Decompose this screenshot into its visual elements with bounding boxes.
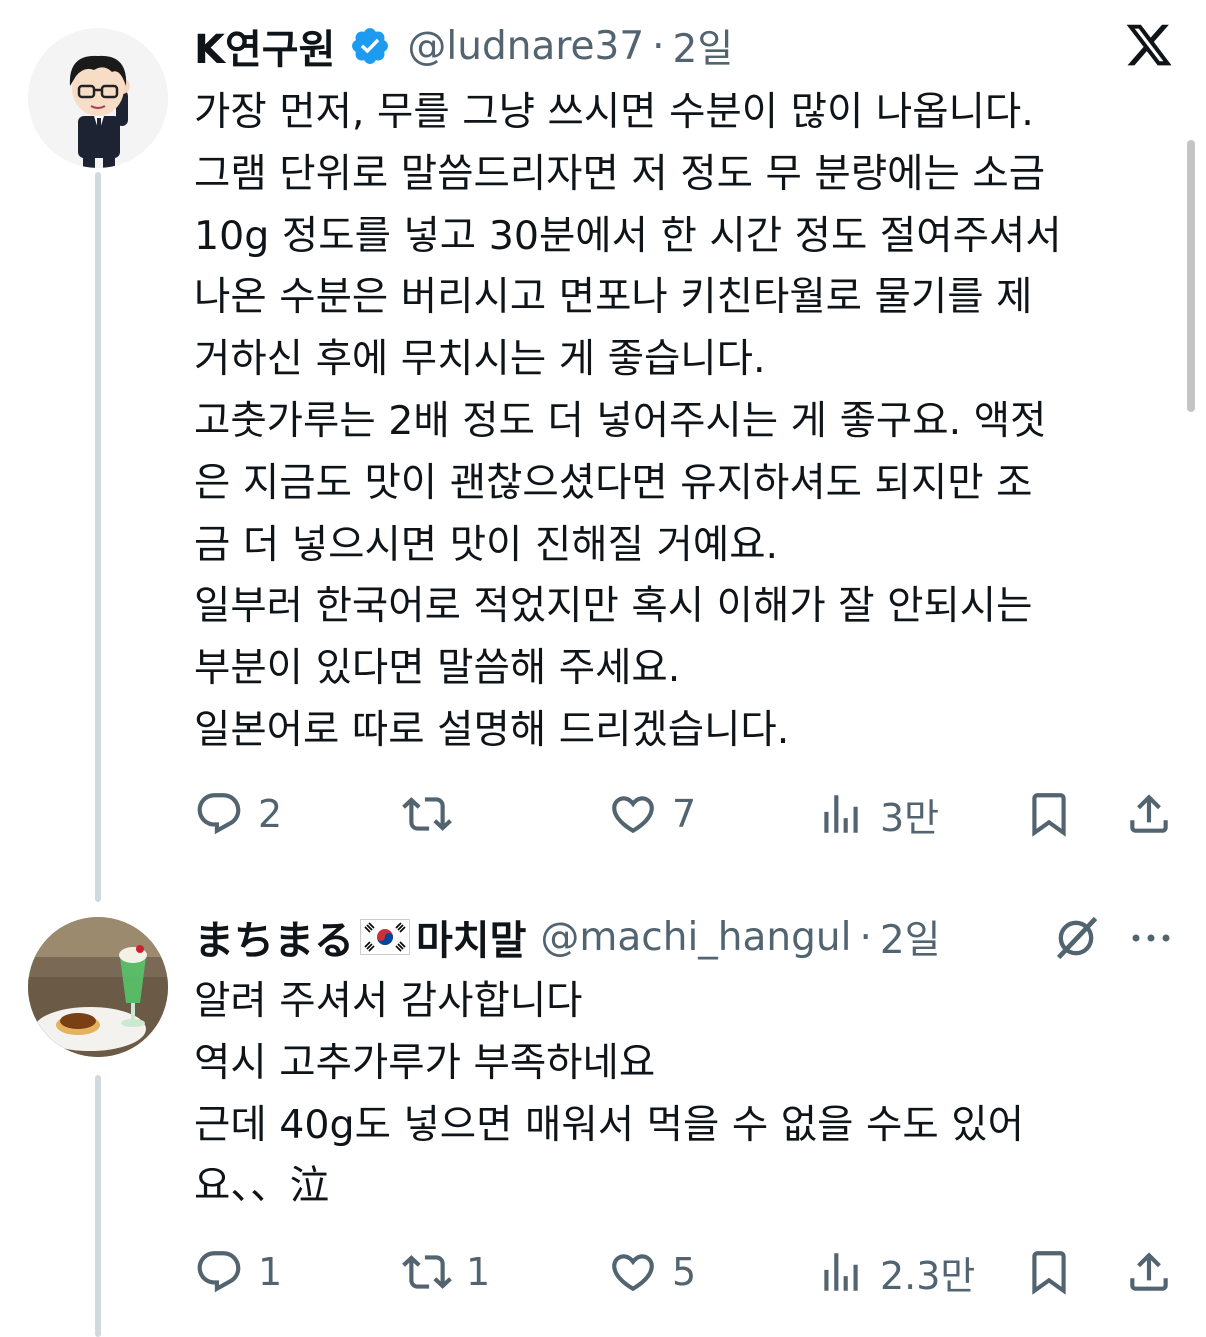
text-line: 고춧가루는 2배 정도 더 넣어주시는 게 좋구요. 액젓 [194,397,1047,444]
views-icon [824,1253,858,1291]
reply-button[interactable]: 2 [194,784,282,844]
tweet-text: 가장 먼저, 무를 그냥 쓰시면 수분이 많이 나옵니다. 그램 단위로 말씀드… [194,82,1062,762]
timestamp[interactable]: 2일 [880,909,941,965]
reply-button[interactable]: 1 [194,1242,282,1302]
bookmark-icon [1032,793,1066,837]
text-line: 근데 40g도 넣으면 매워서 먹을 수 없을 수도 있어 [194,1101,1024,1148]
like-button[interactable]: 5 [608,1242,696,1302]
tweet-header: まちまる 마치말 @machi_hangul · 2일 [194,907,941,967]
retweet-count: 1 [466,1250,491,1294]
text-line: 은 지금도 맛이 괜찮으셨다면 유지하셔도 되지만 조 [194,459,1033,506]
timestamp[interactable]: 2일 [673,18,734,74]
text-line: 가장 먼저, 무를 그냥 쓰시면 수분이 많이 나옵니다. [194,89,1034,135]
reply-icon [197,793,241,835]
like-button[interactable]: 7 [608,784,696,844]
bookmark-icon [1032,1251,1066,1295]
display-name-jp[interactable]: まちまる [194,908,354,966]
text-line: 알려 주셔서 감사합니다 [194,978,583,1024]
share-icon [1130,794,1168,833]
retweet-icon [402,1255,452,1289]
share-button[interactable] [1124,1242,1174,1302]
avatar[interactable] [28,28,168,168]
text-line: 부분이 있다면 말씀해 주세요. [194,645,681,692]
text-line: 그램 단위로 말씀드리자면 저 정도 무 분량에는 소금 [194,150,1046,197]
views-icon [824,795,858,833]
user-handle[interactable]: @ludnare37 [407,24,644,69]
separator-dot: · [652,23,665,69]
x-logo-icon[interactable] [1124,20,1174,70]
views-count: 3만 [880,795,940,840]
like-icon [612,796,654,834]
reply-count: 2 [258,792,283,836]
retweet-button[interactable] [402,784,452,844]
more-icon[interactable] [1128,924,1174,952]
tweet-header: K연구원 @ludnare37 · 2일 [194,16,733,76]
text-line: 요、、泣 [194,1163,330,1210]
user-handle[interactable]: @machi_hangul [540,915,851,960]
text-line: 거하신 후에 무치시는 게 좋습니다. [194,336,766,383]
like-count: 5 [672,1250,697,1294]
tweet-text: 알려 주셔서 감사합니다 역시 고추가루가 부족하네요 근데 40g도 넣으면 … [194,971,1024,1218]
like-count: 7 [672,792,697,836]
display-name[interactable]: K연구원 [194,17,335,75]
grok-icon[interactable] [1050,912,1102,964]
text-line: 일부러 한국어로 적었지만 혹시 이해가 잘 안되시는 [194,583,1033,630]
retweet-icon [402,797,452,831]
korea-flag-icon [360,919,410,955]
text-line: 나온 수분은 버리시고 면포나 키친타월로 물기를 제 [194,274,1033,321]
reply-count: 1 [258,1250,283,1294]
views-button[interactable]: 2.3만 [816,1242,975,1302]
action-bar: 1 1 5 2.3만 [0,1242,1206,1302]
views-button[interactable]: 3만 [816,784,939,844]
share-icon [1130,1252,1168,1291]
like-icon [612,1254,654,1292]
share-button[interactable] [1124,784,1174,844]
text-line: 금 더 넣으시면 맛이 진해질 거예요. [194,521,779,568]
bookmark-button[interactable] [1024,1242,1074,1302]
text-line: 일본어로 따로 설명해 드리겠습니다. [194,706,790,753]
avatar-cartoon-person-icon [28,28,168,168]
avatar[interactable] [28,917,168,1057]
display-name-kr[interactable]: 마치말 [416,908,526,966]
text-line: 10g 정도를 넣고 30분에서 한 시간 정도 절여주셔서 [194,212,1062,259]
verified-badge-icon [352,28,389,64]
views-count: 2.3만 [880,1253,976,1298]
scrollbar[interactable] [1187,140,1195,412]
text-line: 역시 고추가루가 부족하네요 [194,1039,656,1086]
action-bar: 2 7 3만 [0,784,1206,844]
bookmark-button[interactable] [1024,784,1074,844]
reply-icon [197,1251,241,1293]
avatar-melon-soda-pudding-icon [28,917,168,1057]
retweet-button[interactable]: 1 [402,1242,490,1302]
separator-dot: · [859,914,872,960]
